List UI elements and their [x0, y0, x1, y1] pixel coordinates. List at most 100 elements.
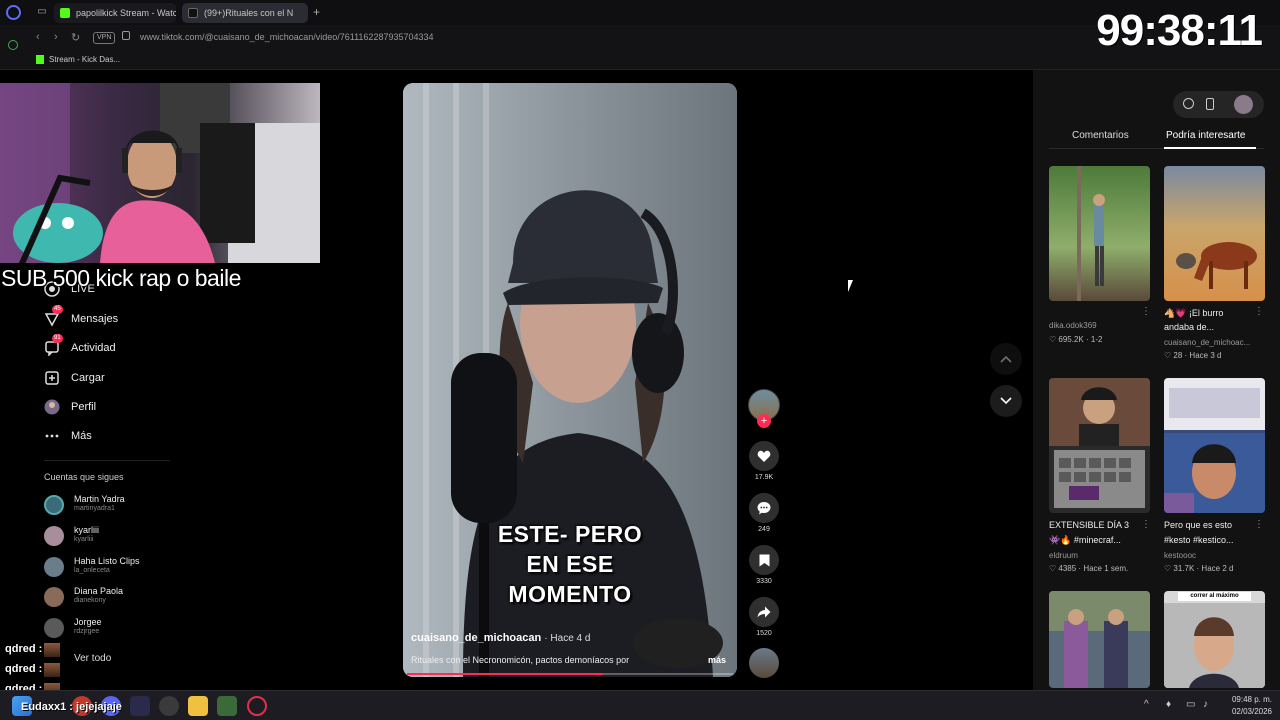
card-options-icon[interactable]: ⋮ [1141, 519, 1151, 530]
tiktok-favicon-icon [188, 8, 198, 18]
sidebar-item-profile[interactable]: Perfil [44, 396, 96, 418]
video-description: Rituales con el Necronomicón, pactos dem… [411, 655, 630, 665]
sidebar-item-more[interactable]: Más [44, 425, 92, 447]
forward-icon[interactable]: › [54, 31, 58, 43]
recommended-thumbnail[interactable] [1164, 378, 1265, 513]
video-author[interactable]: cuaisano_de_michoacan · Hace 4 d [411, 632, 590, 644]
store-icon[interactable] [130, 696, 150, 716]
card-options-icon[interactable]: ⋮ [1141, 306, 1151, 317]
recommended-thumbnail[interactable]: correr al máximo [1164, 591, 1265, 688]
avatar [44, 495, 64, 515]
card-options-icon[interactable]: ⋮ [1254, 519, 1264, 530]
like-button[interactable]: 17.9K [749, 441, 779, 481]
chat-username: qdred : [5, 663, 43, 675]
more-button[interactable]: más [708, 655, 726, 665]
obs-icon[interactable] [159, 696, 179, 716]
card-title[interactable]: 🐴💗 ¡El burro [1164, 307, 1223, 320]
tab-comments[interactable]: Comentarios [1072, 130, 1129, 141]
messages-icon: 45 [44, 305, 63, 327]
messages-badge: 45 [52, 305, 63, 314]
previous-video-button[interactable] [990, 343, 1022, 375]
vpn-badge[interactable]: VPN [93, 32, 116, 44]
card-user[interactable]: eldruum [1049, 551, 1078, 560]
card-title[interactable]: andaba de... [1164, 321, 1214, 334]
activity-badge: 91 [52, 334, 63, 343]
game-icon[interactable] [217, 696, 237, 716]
top-actions-pill [1173, 91, 1264, 118]
video-caption-line: EN ESE [526, 551, 614, 577]
avatar [44, 618, 64, 638]
card-stats: ♡ 31.7K · Hace 2 d [1164, 564, 1234, 573]
network-icon[interactable]: ▭ [1186, 699, 1195, 710]
upload-icon [44, 370, 60, 386]
card-user[interactable]: kestoooc [1164, 551, 1196, 560]
sidebar-item-activity[interactable]: 91 Actividad [44, 334, 116, 359]
like-count: 17.9K [754, 474, 774, 481]
card-stats: ♡ 28 · Hace 3 d [1164, 351, 1222, 360]
back-icon[interactable]: ‹ [36, 31, 40, 43]
sidebar-item-messages[interactable]: 45 Mensajes [44, 305, 118, 330]
avatar [44, 587, 64, 607]
kick-bookmark-icon [36, 55, 44, 64]
tab-kick-stream[interactable]: papolilkick Stream - Watc [54, 3, 176, 23]
kick-favicon-icon [60, 8, 70, 18]
tab-recommended[interactable]: Podría interesarte [1166, 130, 1246, 141]
folder-icon[interactable] [188, 696, 208, 716]
explore-icon[interactable] [1183, 98, 1194, 109]
chat-message: Eudaxx1 : jejejajaje [21, 701, 122, 713]
tab-tiktok-video[interactable]: (99+)Rituales con el N [182, 3, 308, 23]
card-user[interactable]: cuaisano_de_michoac... [1164, 338, 1250, 347]
chevron-up-icon [1000, 355, 1012, 363]
card-title[interactable]: #kesto #kestico... [1164, 534, 1234, 547]
phone-icon[interactable] [1206, 98, 1214, 110]
more-icon [44, 428, 60, 444]
video-progress-bar[interactable] [407, 673, 733, 675]
chat-username: qdred : [5, 643, 43, 655]
card-user[interactable]: dika.odok369 [1049, 321, 1097, 330]
opera-logo-icon[interactable] [6, 5, 21, 20]
card-options-icon[interactable]: ⋮ [1254, 306, 1264, 317]
tray-app-icon[interactable]: ♦ [1166, 699, 1171, 710]
opera-gx-icon[interactable] [247, 696, 267, 716]
share-button[interactable]: 1520 [749, 597, 779, 637]
next-video-button[interactable] [990, 385, 1022, 417]
stream-timer: 99:38:11 [1096, 6, 1263, 55]
active-tab-indicator [1164, 147, 1256, 149]
card-title[interactable]: EXTENSIBLE DÍA 3 [1049, 519, 1129, 532]
taskbar-clock[interactable]: 09:48 p. m. 02/03/2026 [1232, 694, 1272, 718]
card-title[interactable]: 👾🔥 #minecraf... [1049, 534, 1121, 547]
chat-emote-icon [44, 663, 60, 677]
recommended-thumbnail[interactable] [1049, 378, 1150, 513]
clock-time: 09:48 p. m. [1231, 695, 1272, 704]
reload-icon[interactable]: ↻ [71, 31, 80, 44]
avatar [44, 557, 64, 577]
lock-icon[interactable] [122, 31, 130, 40]
card-title[interactable]: Pero que es esto [1164, 519, 1232, 532]
heart-icon [749, 441, 779, 471]
video-player[interactable]: ESTE- PERO EN ESE MOMENTO cuaisano_de_mi… [403, 83, 737, 677]
sidebar-side-icon[interactable] [8, 40, 18, 50]
music-disc-icon[interactable] [749, 648, 779, 678]
chat-emote-icon [44, 643, 60, 657]
new-tab-icon[interactable]: + [313, 5, 320, 19]
bookmarks-bar: Stream - Kick Das... [0, 51, 1280, 70]
tray-arrow-icon[interactable]: ^ [1144, 699, 1149, 710]
volume-icon[interactable]: ♪ [1203, 699, 1208, 710]
recommended-thumbnail[interactable] [1049, 166, 1150, 301]
clock-date: 02/03/2026 [1231, 707, 1272, 716]
comment-button[interactable]: 249 [749, 493, 779, 533]
tab-menu-icon[interactable]: ▭ [36, 6, 48, 18]
comment-count: 249 [758, 526, 770, 533]
avatar [44, 526, 64, 546]
recommended-thumbnail[interactable] [1164, 166, 1265, 301]
sidebar-item-upload[interactable]: Cargar [44, 367, 105, 389]
see-all-link[interactable]: Ver todo [74, 653, 111, 664]
save-button[interactable]: 3330 [749, 545, 779, 585]
recommended-thumbnail[interactable] [1049, 591, 1150, 688]
follow-plus-icon[interactable]: + [757, 414, 771, 428]
bookmark-kick-dashboard[interactable]: Stream - Kick Das... [49, 55, 120, 64]
user-avatar[interactable] [1234, 95, 1253, 114]
url-input[interactable]: www.tiktok.com/@cuaisano_de_michoacan/vi… [140, 32, 434, 42]
following-title: Cuentas que sigues [44, 472, 124, 482]
chevron-down-icon [1000, 397, 1012, 405]
